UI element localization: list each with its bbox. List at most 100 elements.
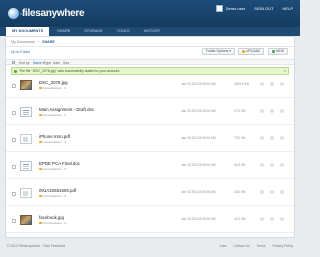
row-checkbox[interactable]: [12, 192, 16, 196]
file-meta[interactable]: Conversations · 0: [39, 167, 66, 171]
conversations-icon: [39, 86, 42, 90]
footer-link-terms[interactable]: Terms: [257, 244, 266, 248]
tab-share[interactable]: SHARE: [51, 27, 76, 36]
share-icon[interactable]: [260, 136, 264, 140]
footer-link-contact[interactable]: Contact Us: [233, 244, 249, 248]
row-actions: [260, 109, 290, 113]
row-actions: [260, 217, 290, 221]
tab-history[interactable]: HISTORY: [138, 27, 167, 36]
upload-button[interactable]: UPLOAD: [238, 48, 264, 55]
file-meta-text: Conversations · 0: [42, 113, 67, 117]
share-icon[interactable]: [260, 109, 264, 113]
file-row[interactable]: 001A22581606.pdf Conversations · 0 Jan 03 …: [6, 185, 294, 206]
file-name[interactable]: iPhone Intro.pdf: [39, 134, 70, 139]
file-meta-text: Conversations · 0: [42, 221, 67, 225]
help-link[interactable]: HELP: [283, 6, 293, 11]
more-icon[interactable]: [280, 136, 284, 140]
file-size: 42.0 KB: [234, 217, 246, 221]
sort-by-name[interactable]: Name ▾: [33, 61, 44, 65]
upload-label: UPLOAD: [246, 49, 260, 53]
more-icon[interactable]: [280, 163, 284, 167]
footer-link-jobs[interactable]: Jobs: [219, 244, 226, 248]
file-meta-text: Conversations · 0: [42, 140, 67, 144]
file-thumbnail-icon[interactable]: [20, 215, 32, 225]
alert-message: The file "DSC_2078.jpg" was successfully…: [19, 69, 121, 73]
file-meta-text: Conversations · 0: [42, 86, 67, 90]
share-icon[interactable]: [260, 190, 264, 194]
file-meta[interactable]: Conversations · 0: [39, 140, 66, 144]
share-icon[interactable]: [260, 217, 264, 221]
file-date: Jan 03 2013 8:00:00 AM: [181, 136, 216, 140]
file-thumbnail-icon[interactable]: [20, 80, 32, 90]
folder-options-button[interactable]: Folder Options ▾: [202, 48, 235, 55]
file-meta[interactable]: Conversations · 0: [39, 194, 66, 198]
file-thumbnail-icon[interactable]: [20, 161, 32, 171]
file-row[interactable]: iPhone Intro.pdf Conversations · 0 Jan 03 …: [6, 131, 294, 152]
up-to-folder-link[interactable]: Up to Folder: [11, 50, 30, 54]
share-icon[interactable]: [260, 82, 264, 86]
file-size: 73.0 KB: [234, 136, 246, 140]
row-checkbox[interactable]: [12, 111, 16, 115]
upload-icon: [242, 49, 245, 53]
file-row[interactable]: Main Assignment - Draft.doc Conversations…: [6, 104, 294, 125]
file-name[interactable]: facebook.jpg: [39, 215, 64, 220]
breadcrumb: My Documents › SHARE: [11, 40, 55, 44]
more-icon[interactable]: [280, 217, 284, 221]
file-name[interactable]: 001A22581606.pdf: [39, 188, 76, 193]
footer-link-privacy[interactable]: Privacy Policy: [272, 244, 293, 248]
download-icon[interactable]: [270, 190, 274, 194]
more-icon[interactable]: [280, 109, 284, 113]
file-thumbnail-icon[interactable]: [20, 188, 32, 198]
file-date: Jan 03 2013 8:00:00 AM: [181, 82, 216, 86]
file-meta[interactable]: Conversations · 0: [39, 86, 66, 90]
file-name[interactable]: DSC_2078.jpg: [39, 80, 68, 85]
file-name[interactable]: Main Assignment - Draft.doc: [39, 107, 94, 112]
conversations-icon: [39, 167, 42, 171]
user-avatar-icon[interactable]: [215, 5, 223, 12]
file-meta[interactable]: Conversations · 0: [39, 113, 66, 117]
file-thumbnail-icon[interactable]: [20, 107, 32, 117]
tab-tools[interactable]: TOOLS: [111, 27, 136, 36]
sign-out-link[interactable]: SIGN OUT: [254, 6, 273, 11]
new-button[interactable]: NEW: [268, 48, 288, 55]
file-meta[interactable]: Conversations · 0: [39, 221, 66, 225]
footer-copyright: © 2013 FilesAnywhere · Give Feedback: [7, 244, 66, 248]
close-icon[interactable]: ×: [284, 68, 286, 74]
file-row[interactable]: DSC_2078.jpg Conversations · 0 Jan 03 2013…: [6, 77, 294, 98]
username[interactable]: Demo user: [226, 6, 246, 11]
download-icon[interactable]: [270, 136, 274, 140]
documents-panel: My Documents › SHARE Up to Folder Folder…: [5, 36, 295, 238]
tab-storage[interactable]: STORAGE: [78, 27, 109, 36]
sort-by-date[interactable]: Date: [53, 61, 60, 65]
sort-by-size[interactable]: Size: [63, 61, 69, 65]
conversations-icon: [39, 194, 42, 198]
logo-tagline: by SoHo: [20, 12, 34, 16]
more-icon[interactable]: [280, 190, 284, 194]
download-icon[interactable]: [270, 163, 274, 167]
conversations-icon: [39, 140, 42, 144]
row-checkbox[interactable]: [12, 219, 16, 223]
tab-my-documents[interactable]: MY DOCUMENTS: [6, 27, 50, 36]
sort-by-type[interactable]: Type: [44, 61, 51, 65]
download-icon[interactable]: [270, 217, 274, 221]
file-row[interactable]: EPDE PCA Final.doc Conversations · 0 Jan 0…: [6, 158, 294, 179]
file-row[interactable]: facebook.jpg Conversations · 0 Jan 03 2013…: [6, 212, 294, 233]
conversations-icon: [39, 221, 42, 225]
row-checkbox[interactable]: [12, 165, 16, 169]
share-icon[interactable]: [260, 163, 264, 167]
breadcrumb-root[interactable]: My Documents: [11, 40, 35, 44]
download-icon[interactable]: [270, 109, 274, 113]
select-all-checkbox[interactable]: [12, 61, 15, 64]
logo-icon: [8, 7, 19, 19]
file-name[interactable]: EPDE PCA Final.doc: [39, 161, 80, 166]
row-checkbox[interactable]: [12, 138, 16, 142]
divider: [6, 46, 294, 47]
file-size: 15.0 KB: [234, 190, 246, 194]
new-label: NEW: [276, 49, 284, 53]
conversations-icon: [39, 113, 42, 117]
file-size: 44.0 KB: [234, 163, 246, 167]
row-checkbox[interactable]: [12, 84, 16, 88]
file-thumbnail-icon[interactable]: [20, 134, 32, 144]
more-icon[interactable]: [280, 82, 284, 86]
download-icon[interactable]: [270, 82, 274, 86]
